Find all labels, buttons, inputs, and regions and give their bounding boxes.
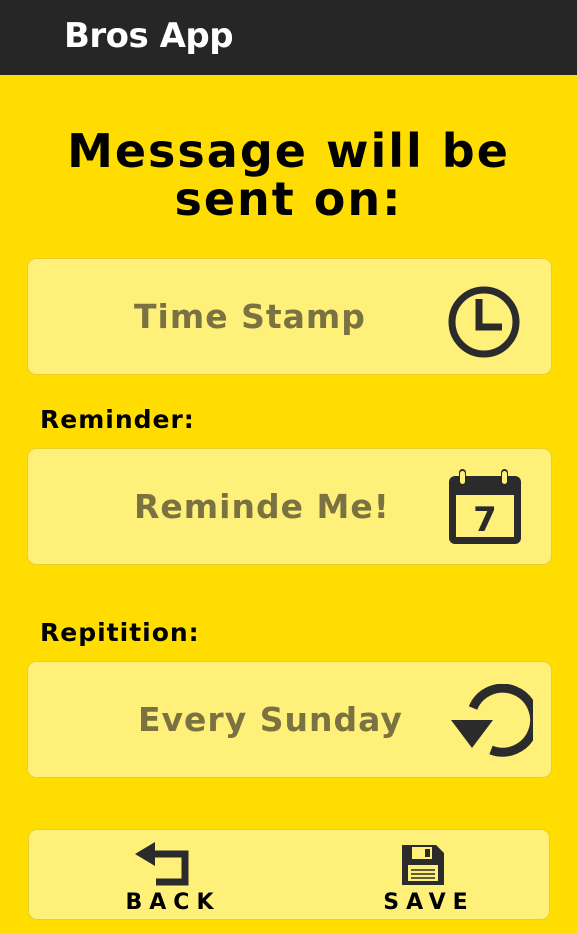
timestamp-label: Time Stamp [134, 297, 366, 336]
back-arrow-icon [135, 842, 189, 886]
repetition-button[interactable]: Every Sunday [27, 661, 552, 778]
back-button[interactable]: BACK [93, 830, 253, 919]
save-label: SAVE [383, 890, 475, 915]
app-title: Bros App [64, 16, 234, 56]
heading-line-2: sent on: [174, 172, 403, 226]
heading-line-1: Message will be [67, 124, 510, 178]
calendar-icon: 7 [449, 469, 521, 544]
repeat-icon [451, 684, 533, 757]
page-heading: Message will be sent on: [0, 127, 577, 223]
repetition-section-label: Repitition: [40, 618, 200, 647]
calendar-day-number: 7 [473, 500, 497, 540]
floppy-disk-icon [402, 845, 444, 885]
repetition-label: Every Sunday [138, 700, 403, 739]
reminder-section-label: Reminder: [40, 405, 195, 434]
reminder-label: Reminde Me! [134, 487, 390, 526]
bottom-nav: BACK SAVE [28, 829, 550, 920]
clock-icon [448, 286, 520, 358]
save-button[interactable]: SAVE [349, 830, 509, 919]
app-bar: Bros App [0, 0, 577, 75]
timestamp-button[interactable]: Time Stamp [27, 258, 552, 375]
back-label: BACK [125, 890, 221, 915]
reminder-button[interactable]: Reminde Me! 7 [27, 448, 552, 565]
